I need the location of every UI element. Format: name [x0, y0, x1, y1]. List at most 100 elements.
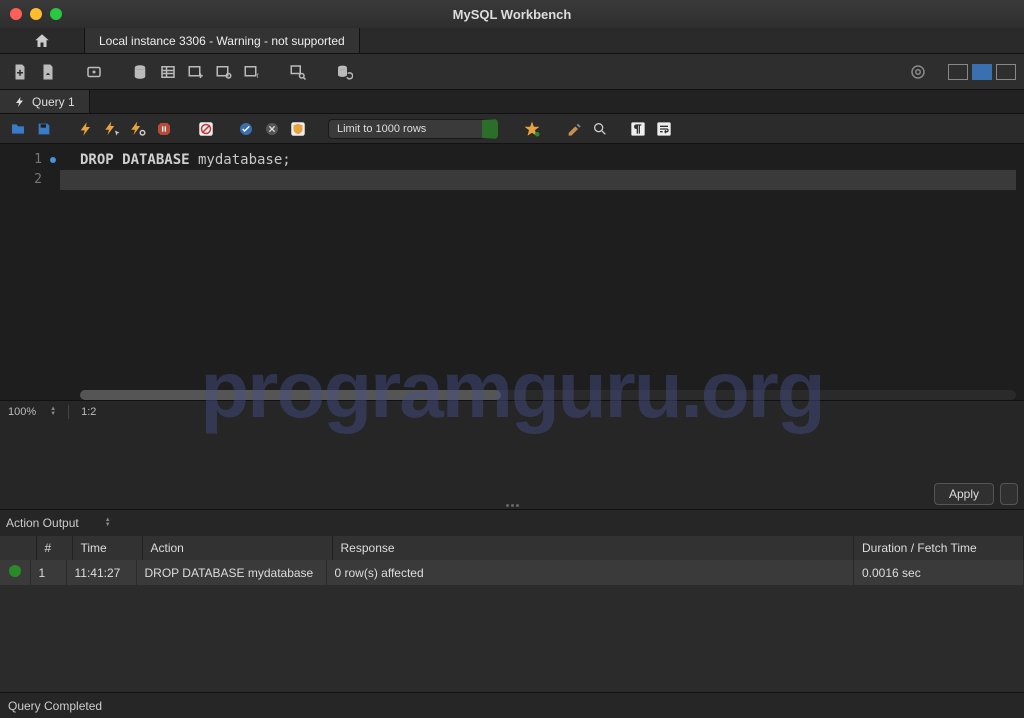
window-title: MySQL Workbench: [0, 7, 1024, 22]
create-schema-button[interactable]: [128, 60, 152, 84]
query-toolbar: Limit to 1000 rows: [0, 114, 1024, 144]
reconnect-button[interactable]: [332, 60, 356, 84]
home-tab[interactable]: [0, 28, 85, 53]
results-placeholder: Apply: [0, 422, 1024, 510]
lightning-icon: [14, 96, 26, 108]
database-refresh-icon: [335, 63, 353, 81]
open-sql-file-button[interactable]: [36, 60, 60, 84]
output-row[interactable]: 1 11:41:27 DROP DATABASE mydatabase 0 ro…: [0, 560, 1024, 585]
query-tabbar: Query 1: [0, 90, 1024, 114]
new-sql-file-button[interactable]: [8, 60, 32, 84]
toggle-sidebar-button[interactable]: [948, 64, 968, 80]
query-tab[interactable]: Query 1: [0, 90, 90, 113]
wrap-icon: [656, 121, 672, 137]
cell-time: 11:41:27: [66, 560, 136, 585]
statusbar: Query Completed: [0, 692, 1024, 718]
line-number: 1: [0, 150, 42, 170]
home-icon: [33, 32, 51, 50]
execute-current-button[interactable]: [102, 119, 122, 139]
create-function-button[interactable]: f: [240, 60, 264, 84]
cell-index: 1: [30, 560, 66, 585]
line-number: 2: [0, 170, 42, 190]
col-status[interactable]: [0, 536, 36, 560]
beautify-button[interactable]: [522, 119, 542, 139]
save-icon: [36, 121, 52, 137]
revert-button[interactable]: [1000, 483, 1018, 505]
shield-icon: [289, 120, 307, 138]
create-view-button[interactable]: [184, 60, 208, 84]
connection-tabbar: Local instance 3306 - Warning - not supp…: [0, 28, 1024, 54]
cell-response: 0 row(s) affected: [326, 560, 854, 585]
resize-grip[interactable]: [500, 504, 524, 508]
pilcrow-icon: [630, 121, 646, 137]
output-table: # Time Action Response Duration / Fetch …: [0, 536, 1024, 560]
connection-tab-label: Local instance 3306 - Warning - not supp…: [99, 34, 345, 48]
toggle-invisible-button[interactable]: [628, 119, 648, 139]
execute-button[interactable]: [76, 119, 96, 139]
inspector-icon: [85, 63, 103, 81]
x-circle-icon: [264, 121, 280, 137]
status-text: Query Completed: [8, 699, 102, 713]
search-table-button[interactable]: [286, 60, 310, 84]
no-autocommit-icon: [197, 120, 215, 138]
stop-button[interactable]: [154, 119, 174, 139]
output-mode-stepper[interactable]: ▲▼: [105, 518, 111, 528]
find-button[interactable]: [590, 119, 610, 139]
file-open-icon: [39, 63, 57, 81]
create-table-button[interactable]: [156, 60, 180, 84]
minimize-window-button[interactable]: [30, 8, 42, 20]
cell-duration: 0.0016 sec: [854, 560, 1024, 585]
create-procedure-button[interactable]: [212, 60, 236, 84]
output-mode-label: Action Output: [6, 516, 79, 530]
explain-button[interactable]: [128, 119, 148, 139]
rollback-button[interactable]: [262, 119, 282, 139]
folder-icon: [9, 121, 27, 137]
star-icon: [523, 120, 541, 138]
settings-button[interactable]: [906, 60, 930, 84]
search-table-icon: [289, 63, 307, 81]
cell-action: DROP DATABASE mydatabase: [136, 560, 326, 585]
window-controls: [10, 8, 62, 20]
stop-icon: [156, 121, 172, 137]
col-action[interactable]: Action: [142, 536, 332, 560]
query-tab-label: Query 1: [32, 95, 75, 109]
lightning-cursor-icon: [103, 120, 121, 138]
sql-punct: ;: [282, 152, 290, 168]
svg-text:f: f: [257, 73, 259, 80]
col-time[interactable]: Time: [72, 536, 142, 560]
sql-editor[interactable]: 1 2 DROP DATABASE mydatabase;: [0, 144, 1024, 400]
connection-tab[interactable]: Local instance 3306 - Warning - not supp…: [85, 28, 360, 53]
gear-icon: [909, 63, 927, 81]
save-file-button[interactable]: [34, 119, 54, 139]
brush-button[interactable]: [564, 119, 584, 139]
titlebar: MySQL Workbench: [0, 0, 1024, 28]
open-file-button[interactable]: [8, 119, 28, 139]
commit-button[interactable]: [236, 119, 256, 139]
zoom-level[interactable]: 100%: [8, 406, 36, 418]
editor-hscrollbar[interactable]: [80, 390, 1016, 400]
toggle-secondary-button[interactable]: [996, 64, 1016, 80]
maximize-window-button[interactable]: [50, 8, 62, 20]
close-window-button[interactable]: [10, 8, 22, 20]
zoom-stepper[interactable]: ▲▼: [50, 407, 56, 417]
table-icon: [159, 63, 177, 81]
database-icon: [131, 63, 149, 81]
search-icon: [592, 121, 608, 137]
col-index[interactable]: #: [36, 536, 72, 560]
output-mode-select[interactable]: Action Output ▲▼: [6, 516, 111, 530]
editor-code[interactable]: DROP DATABASE mydatabase;: [60, 144, 1024, 390]
toggle-output-button[interactable]: [972, 64, 992, 80]
toggle-wrap-button[interactable]: [654, 119, 674, 139]
row-limit-select[interactable]: Limit to 1000 rows: [328, 119, 498, 139]
col-response[interactable]: Response: [332, 536, 854, 560]
inspector-button[interactable]: [82, 60, 106, 84]
toggle-safe-button[interactable]: [288, 119, 308, 139]
status-ok-icon: [9, 565, 21, 577]
main-toolbar: f: [0, 54, 1024, 90]
col-duration[interactable]: Duration / Fetch Time: [854, 536, 1024, 560]
check-circle-icon: [238, 121, 254, 137]
apply-button[interactable]: Apply: [934, 483, 994, 505]
sql-keyword: DROP DATABASE: [80, 152, 190, 168]
toggle-autocommit-button[interactable]: [196, 119, 216, 139]
cursor-position: 1:2: [81, 406, 96, 418]
